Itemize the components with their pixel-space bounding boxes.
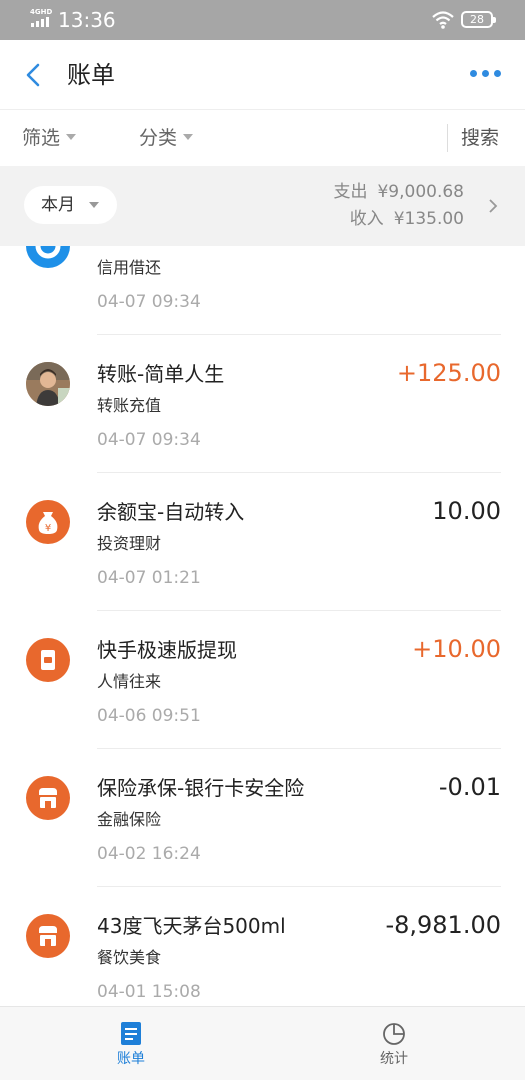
transaction-category: 餐饮美食 bbox=[97, 948, 162, 967]
transaction-name: 43度飞天茅台500ml bbox=[97, 914, 286, 938]
tab-label: 账单 bbox=[117, 1051, 145, 1067]
status-bar: 4GHD 13:36 28 bbox=[0, 0, 525, 40]
expense-amount: ¥9,000.68 bbox=[377, 182, 464, 202]
transaction-amount: 10.00 bbox=[432, 497, 501, 525]
income-amount: ¥135.00 bbox=[393, 209, 464, 229]
transaction-datetime: 04-02 16:24 bbox=[97, 844, 201, 864]
month-selector[interactable]: 本月 bbox=[24, 186, 117, 224]
transaction-datetime: 04-07 09:34 bbox=[97, 292, 201, 312]
list-item[interactable]: 快手极速版提现 人情往来 04-06 09:51 +10.00 bbox=[0, 611, 525, 749]
bill-list-icon bbox=[121, 1022, 141, 1045]
clock: 13:36 bbox=[58, 8, 116, 32]
transaction-datetime: 04-07 09:34 bbox=[97, 430, 201, 450]
filter-dropdown[interactable]: 筛选 bbox=[22, 125, 77, 151]
list-item[interactable]: 43度飞天茅台500ml 餐饮美食 04-01 15:08 -8,981.00 bbox=[0, 887, 525, 1006]
transaction-amount: -8,981.00 bbox=[385, 911, 501, 939]
back-chevron-icon[interactable] bbox=[20, 60, 48, 90]
month-summary[interactable]: 本月 支出 ¥9,000.68 收入 ¥135.00 bbox=[0, 166, 525, 246]
transaction-amount: -0.01 bbox=[438, 773, 501, 801]
user-avatar bbox=[26, 362, 70, 406]
transaction-category: 转账充值 bbox=[97, 396, 162, 415]
category-label: 分类 bbox=[139, 127, 178, 149]
transaction-category: 人情往来 bbox=[97, 672, 162, 691]
chevron-down-icon bbox=[89, 202, 99, 208]
category-dropdown[interactable]: 分类 bbox=[139, 125, 194, 151]
wifi-icon bbox=[432, 11, 454, 29]
chevron-down-icon bbox=[183, 133, 194, 140]
expense-label: 支出 bbox=[333, 182, 368, 202]
chevron-right-icon bbox=[489, 199, 498, 213]
network-type: 4GHD bbox=[30, 8, 53, 16]
tab-bills[interactable]: 账单 bbox=[0, 1007, 262, 1080]
page-title: 账单 bbox=[67, 61, 115, 89]
svg-text:¥: ¥ bbox=[45, 523, 51, 534]
transaction-name: 余额宝-自动转入 bbox=[97, 500, 245, 524]
filter-bar: 筛选 分类 搜索 bbox=[0, 110, 525, 166]
list-item[interactable]: 转账-简单人生 转账充值 04-07 09:34 +125.00 bbox=[0, 335, 525, 473]
list-item[interactable]: ¥ 余额宝-自动转入 投资理财 04-07 01:21 10.00 bbox=[0, 473, 525, 611]
list-item[interactable]: 保险承保-银行卡安全险 金融保险 04-02 16:24 -0.01 bbox=[0, 749, 525, 887]
money-bag-icon: ¥ bbox=[26, 500, 70, 544]
more-dots-icon[interactable] bbox=[470, 70, 502, 78]
transaction-datetime: 04-06 09:51 bbox=[97, 706, 201, 726]
divider bbox=[447, 124, 448, 152]
transaction-category: 投资理财 bbox=[97, 534, 162, 553]
bottom-tab-bar: 账单 统计 bbox=[0, 1006, 525, 1080]
transaction-list[interactable]: 信用借还 04-07 09:34 转账-简单人生 转账充值 04-07 09:3… bbox=[0, 246, 525, 1006]
credit-repay-icon bbox=[26, 246, 70, 268]
transaction-amount: +125.00 bbox=[396, 359, 501, 387]
transaction-amount: +10.00 bbox=[412, 635, 501, 663]
expense-total: 支出 ¥9,000.68 bbox=[333, 180, 464, 204]
red-envelope-icon bbox=[26, 638, 70, 682]
transaction-datetime: 04-07 01:21 bbox=[97, 568, 201, 588]
signal-icon bbox=[31, 17, 49, 27]
chevron-down-icon bbox=[66, 133, 77, 140]
shop-icon bbox=[26, 914, 70, 958]
list-item[interactable]: 信用借还 04-07 09:34 bbox=[0, 246, 525, 335]
battery-indicator: 28 bbox=[461, 11, 496, 28]
transaction-name: 保险承保-银行卡安全险 bbox=[97, 776, 305, 800]
tab-label: 统计 bbox=[380, 1051, 408, 1067]
month-label: 本月 bbox=[41, 195, 75, 215]
income-label: 收入 bbox=[349, 209, 384, 229]
tab-statistics[interactable]: 统计 bbox=[263, 1007, 525, 1080]
transaction-category: 信用借还 bbox=[97, 258, 162, 277]
income-total: 收入 ¥135.00 bbox=[350, 207, 464, 231]
transaction-datetime: 04-01 15:08 bbox=[97, 982, 201, 1002]
transaction-name: 转账-简单人生 bbox=[97, 362, 225, 386]
transaction-name: 快手极速版提现 bbox=[97, 638, 237, 662]
search-button[interactable]: 搜索 bbox=[461, 125, 499, 151]
pie-chart-icon bbox=[383, 1023, 405, 1045]
shop-icon bbox=[26, 776, 70, 820]
filter-label: 筛选 bbox=[22, 127, 61, 149]
page-header: 账单 bbox=[0, 40, 525, 110]
transaction-category: 金融保险 bbox=[97, 810, 162, 829]
